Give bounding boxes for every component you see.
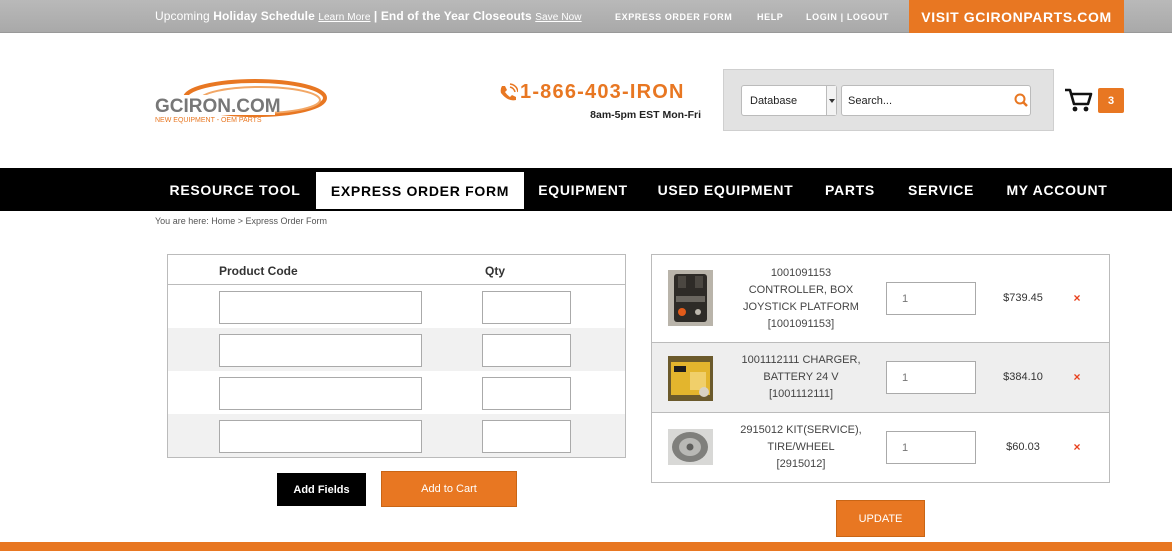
table-row xyxy=(168,328,625,371)
remove-item-icon[interactable]: × xyxy=(1071,291,1083,305)
search-input[interactable] xyxy=(841,85,1031,116)
item-description: 1001112111 CHARGER, BATTERY 24 V [100111… xyxy=(730,352,872,403)
item-description: 1001091153 CONTROLLER, BOX JOYSTICK PLAT… xyxy=(730,265,872,333)
learn-more-link[interactable]: Learn More xyxy=(318,12,370,23)
item-desc-line: [1001091153] xyxy=(767,318,835,330)
product-code-field[interactable] xyxy=(219,334,422,367)
qty-field[interactable] xyxy=(482,334,571,367)
phone-number-link[interactable]: 1-866-403-IRON xyxy=(520,81,685,104)
nav-express-order-form[interactable]: EXPRESS ORDER FORM xyxy=(316,172,524,209)
cart-icon[interactable] xyxy=(1064,86,1094,114)
visit-gcironparts-button[interactable]: VISIT GCIRONPARTS.COM xyxy=(909,0,1124,33)
breadcrumb: You are here: Home > Express Order Form xyxy=(155,216,327,226)
item-qty-field[interactable] xyxy=(886,282,976,315)
product-code-field[interactable] xyxy=(219,291,422,324)
logo-graphic: GCIRON.COM NEW EQUIPMENT - OEM PARTS xyxy=(155,79,327,124)
charger-image xyxy=(668,356,713,401)
item-desc-line: TIRE/WHEEL xyxy=(767,441,835,453)
update-cart-button[interactable]: UPDATE xyxy=(836,500,925,537)
nav-equipment[interactable]: EQUIPMENT xyxy=(528,168,638,211)
top-express-order-form-link[interactable]: EXPRESS ORDER FORM xyxy=(615,12,732,22)
footer-accent-bar xyxy=(0,542,1172,551)
promo-text: Upcoming Holiday Schedule Learn More | E… xyxy=(155,9,582,23)
item-desc-line: [1001112111] xyxy=(768,388,834,400)
list-item: 1001091153 CONTROLLER, BOX JOYSTICK PLAT… xyxy=(652,255,1109,342)
qty-field[interactable] xyxy=(482,420,571,453)
nav-used-equipment[interactable]: USED EQUIPMENT xyxy=(648,168,803,211)
item-description: 2915012 KIT(SERVICE), TIRE/WHEEL [291501… xyxy=(730,422,872,473)
nav-service[interactable]: SERVICE xyxy=(897,168,985,211)
table-row xyxy=(168,285,625,328)
nav-my-account[interactable]: MY ACCOUNT xyxy=(996,168,1118,211)
item-price: $60.03 xyxy=(1006,441,1040,453)
main-nav: RESOURCE TOOL EXPRESS ORDER FORM EQUIPME… xyxy=(0,168,1172,211)
qty-field[interactable] xyxy=(482,377,571,410)
nav-parts[interactable]: PARTS xyxy=(814,168,886,211)
tire-wheel-image xyxy=(668,429,713,465)
item-desc-line: 1001112111 CHARGER, xyxy=(741,354,861,366)
list-item: 1001112111 CHARGER, BATTERY 24 V [100111… xyxy=(652,342,1109,413)
table-row xyxy=(168,371,625,414)
item-qty-field[interactable] xyxy=(886,431,976,464)
express-order-table: Product Code Qty xyxy=(167,254,626,458)
logo-main-text: GCIRON.COM xyxy=(155,96,281,117)
product-image[interactable] xyxy=(668,356,713,401)
phone-icon xyxy=(500,83,518,101)
product-code-field[interactable] xyxy=(219,377,422,410)
product-code-field[interactable] xyxy=(219,420,422,453)
add-fields-button[interactable]: Add Fields xyxy=(277,473,366,506)
qty-field[interactable] xyxy=(482,291,571,324)
top-login-logout-link[interactable]: LOGIN | LOGOUT xyxy=(806,12,889,22)
cart-count-badge[interactable]: 3 xyxy=(1098,88,1124,113)
promo-closeouts: End of the Year Closeouts xyxy=(380,9,532,23)
item-price: $739.45 xyxy=(1003,292,1043,304)
promo-holiday-schedule: Holiday Schedule xyxy=(213,9,315,23)
top-bar: Upcoming Holiday Schedule Learn More | E… xyxy=(0,0,1172,33)
add-to-cart-button[interactable]: Add to Cart xyxy=(381,471,517,507)
list-item: 2915012 KIT(SERVICE), TIRE/WHEEL [291501… xyxy=(652,413,1109,483)
promo-upcoming: Upcoming xyxy=(155,9,210,23)
remove-item-icon[interactable]: × xyxy=(1071,440,1083,454)
table-row xyxy=(168,414,625,457)
table-header: Product Code Qty xyxy=(168,255,625,285)
item-desc-line: 2915012 KIT(SERVICE), xyxy=(740,424,862,436)
remove-item-icon[interactable]: × xyxy=(1071,370,1083,384)
cart-items-list: 1001091153 CONTROLLER, BOX JOYSTICK PLAT… xyxy=(651,254,1110,483)
search-panel: Database xyxy=(723,69,1054,131)
item-desc-line: [2915012] xyxy=(776,458,826,470)
search-category-value: Database xyxy=(750,95,798,107)
item-desc-line: 1001091153 xyxy=(770,267,832,279)
item-desc-line: JOYSTICK PLATFORM xyxy=(743,301,859,313)
nav-resource-tool[interactable]: RESOURCE TOOL xyxy=(160,168,310,211)
item-desc-line: BATTERY 24 V xyxy=(763,371,839,383)
save-now-link[interactable]: Save Now xyxy=(535,12,581,23)
product-image[interactable] xyxy=(668,429,713,465)
site-logo[interactable]: GCIRON.COM NEW EQUIPMENT - OEM PARTS xyxy=(155,78,327,128)
logo-tagline: NEW EQUIPMENT - OEM PARTS xyxy=(155,117,262,124)
chevron-down-icon xyxy=(826,86,836,115)
col-qty: Qty xyxy=(485,264,506,278)
search-icon[interactable] xyxy=(1013,92,1029,108)
col-product-code: Product Code xyxy=(219,264,298,278)
phone-contact: 1-866-403-IRON 8am-5pm EST Mon-Fri xyxy=(498,81,703,123)
phone-hours: 8am-5pm EST Mon-Fri xyxy=(590,109,701,121)
product-image[interactable] xyxy=(668,270,713,326)
item-price: $384.10 xyxy=(1003,371,1043,383)
search-category-select[interactable]: Database xyxy=(741,85,837,116)
top-help-link[interactable]: HELP xyxy=(757,12,783,22)
promo-separator: | xyxy=(373,9,378,23)
item-desc-line: CONTROLLER, BOX xyxy=(748,284,854,296)
controller-box-image xyxy=(668,270,713,326)
item-qty-field[interactable] xyxy=(886,361,976,394)
